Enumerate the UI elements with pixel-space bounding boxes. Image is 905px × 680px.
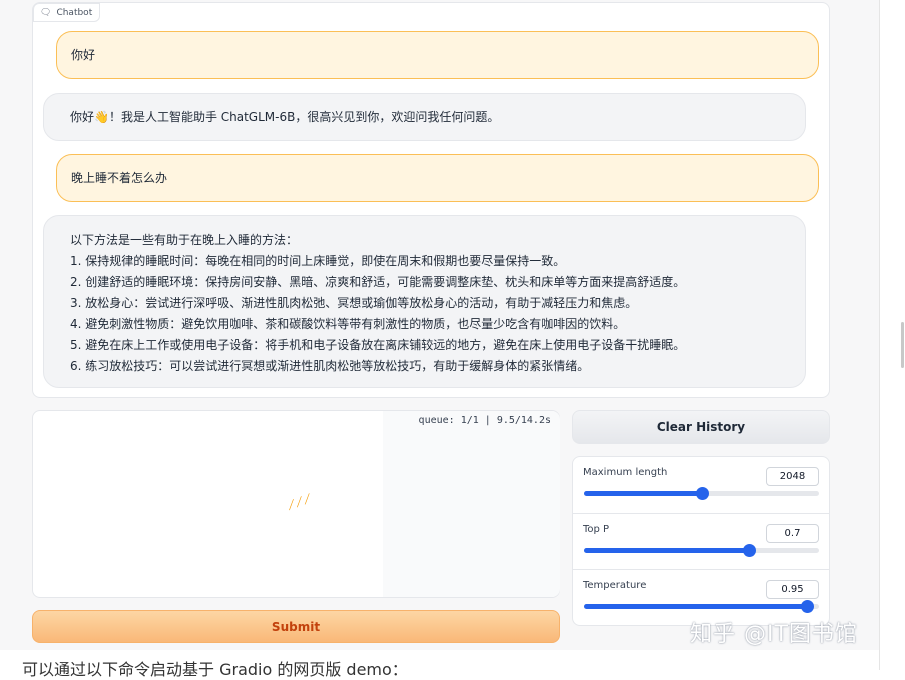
- queue-status: queue: 1/1 | 9.5/14.2s: [418, 415, 551, 426]
- user-message: 晚上睡不着怎么办: [56, 154, 819, 202]
- max-length-value-input[interactable]: 2048: [766, 467, 819, 486]
- bot-message-text: 你好👋！我是人工智能助手 ChatGLM-6B，很高兴见到你，欢迎问我任何问题。: [70, 109, 500, 124]
- max-length-slider-thumb[interactable]: [695, 487, 709, 500]
- page-scrollbar[interactable]: [901, 322, 904, 368]
- bot-message-line: 以下方法是一些有助于在晚上入睡的方法：: [70, 233, 299, 247]
- user-message: 你好: [56, 31, 819, 79]
- max-length-label: Maximum length: [583, 467, 668, 478]
- top-p-label: Top P: [583, 524, 610, 535]
- article-text: 可以通过以下命令启动基于 Gradio 的网页版 demo：: [22, 660, 408, 679]
- page-divider: [879, 0, 880, 670]
- temperature-label: Temperature: [583, 580, 647, 591]
- bot-message: 你好👋！我是人工智能助手 ChatGLM-6B，很高兴见到你，欢迎问我任何问题。: [43, 93, 806, 141]
- max-length-slider[interactable]: [584, 487, 819, 500]
- temperature-slider-fill: [584, 604, 808, 609]
- top-p-slider-block: Top P 0.7: [573, 513, 829, 569]
- top-p-value-input[interactable]: 0.7: [766, 524, 819, 543]
- top-p-slider-fill: [584, 548, 749, 553]
- bot-message-line: 3. 放松身心：尝试进行深呼吸、渐进性肌肉松弛、冥想或瑜伽等放松身心的活动，有助…: [70, 296, 638, 310]
- submit-button[interactable]: Submit: [32, 610, 560, 643]
- chatbot-label: 🗨 Chatbot: [33, 3, 101, 22]
- bot-message-line: 4. 避免刺激性物质：避免饮用咖啡、茶和碳酸饮料等带有刺激性的物质，也尽量少吃含…: [70, 317, 626, 331]
- bot-message-line: 2. 创建舒适的睡眠环境：保持房间安静、黑暗、凉爽和舒适，可能需要调整床垫、枕头…: [70, 275, 686, 289]
- temperature-slider[interactable]: [584, 600, 819, 613]
- temperature-value-input[interactable]: 0.95: [766, 580, 819, 599]
- chat-bubble-icon: 🗨: [40, 7, 52, 18]
- max-length-slider-fill: [584, 491, 702, 496]
- parameters-panel: Maximum length 2048 Top P 0.7 Temperatur…: [572, 456, 830, 626]
- bot-message-line: 5. 避免在床上工作或使用电子设备：将手机和电子设备放在离床铺较远的地方，避免在…: [70, 338, 686, 352]
- message-input-panel[interactable]: queue: 1/1 | 9.5/14.2s ⟋⟋⟋: [32, 410, 560, 598]
- user-message-text: 你好: [71, 47, 96, 62]
- top-p-slider-thumb[interactable]: [742, 544, 756, 557]
- loading-spinner-icon: ⟋⟋⟋: [285, 491, 314, 513]
- temperature-slider-thumb[interactable]: [801, 600, 815, 613]
- bot-message: 以下方法是一些有助于在晚上入睡的方法： 1. 保持规律的睡眠时间：每晚在相同的时…: [43, 215, 806, 388]
- watermark: 知乎 @IT图书馆: [690, 622, 858, 647]
- input-shade: [383, 411, 560, 597]
- chatbot-label-text: Chatbot: [56, 7, 93, 18]
- bot-message-line: 6. 练习放松技巧：可以尝试进行冥想或渐进性肌肉松弛等放松技巧，有助于缓解身体的…: [70, 359, 590, 373]
- top-p-slider[interactable]: [584, 544, 819, 557]
- max-length-slider-block: Maximum length 2048: [573, 457, 829, 513]
- bot-message-line: 1. 保持规律的睡眠时间：每晚在相同的时间上床睡觉，即使在周末和假期也要尽量保持…: [70, 254, 566, 268]
- user-message-text: 晚上睡不着怎么办: [71, 170, 168, 185]
- clear-history-button[interactable]: Clear History: [572, 410, 830, 444]
